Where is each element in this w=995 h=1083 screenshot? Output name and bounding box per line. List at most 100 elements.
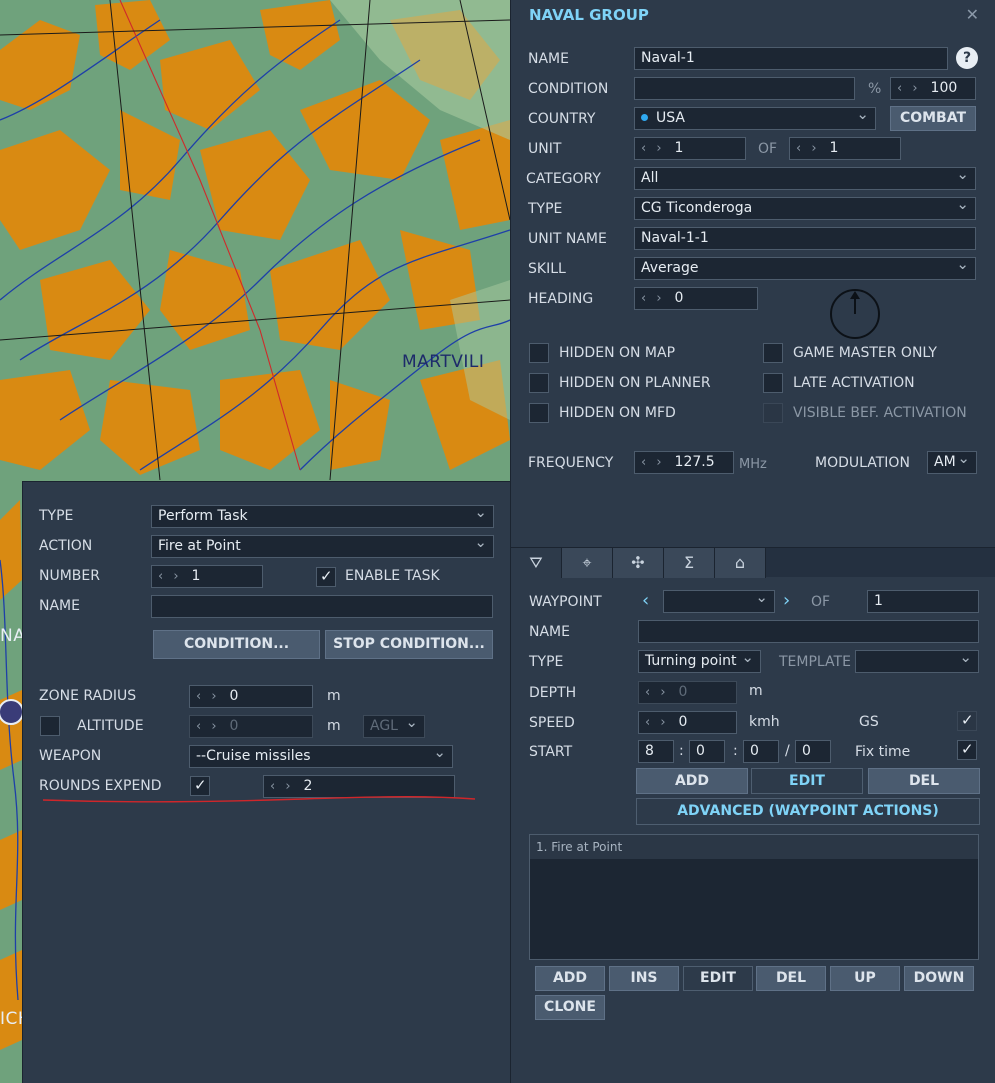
number-stepper[interactable]: ‹ › 1: [151, 565, 263, 588]
gs-label: GS: [859, 714, 879, 730]
late-activation-checkbox[interactable]: [763, 373, 783, 393]
enable-task-checkbox[interactable]: [316, 567, 336, 587]
country-flag-icon: [641, 114, 648, 121]
rounds-expend-checkbox[interactable]: [190, 776, 210, 796]
category-select[interactable]: All: [634, 167, 976, 190]
payload-icon[interactable]: ✣: [613, 548, 664, 578]
visible-bef-activation-label: VISIBLE BEF. ACTIVATION: [793, 405, 967, 421]
start-seconds-input[interactable]: 0: [743, 740, 779, 763]
condition-button[interactable]: CONDITION...: [153, 630, 320, 659]
close-icon[interactable]: ✕: [966, 5, 979, 24]
time-separator: :: [733, 743, 738, 759]
speed-stepper[interactable]: ‹ › 0: [638, 711, 737, 734]
category-label: CATEGORY: [526, 171, 601, 187]
weapon-label: WEAPON: [39, 748, 102, 764]
altitude-checkbox[interactable]: [40, 716, 60, 736]
action-del-button[interactable]: DEL: [756, 966, 826, 991]
action-ins-button[interactable]: INS: [609, 966, 679, 991]
hidden-on-planner-label: HIDDEN ON PLANNER: [559, 375, 711, 391]
late-activation-label: LATE ACTIVATION: [793, 375, 915, 391]
condition-percent-stepper[interactable]: ‹ › 100: [890, 77, 976, 100]
unit-name-input[interactable]: Naval-1-1: [634, 227, 976, 250]
zone-radius-stepper[interactable]: ‹ › 0: [189, 685, 313, 708]
condition-input[interactable]: [634, 77, 855, 100]
list-item[interactable]: 1. Fire at Point: [530, 835, 978, 859]
panel-title: NAVAL GROUP: [529, 6, 649, 24]
route-icon[interactable]: ⛛: [511, 548, 562, 578]
action-edit-button[interactable]: EDIT: [683, 966, 753, 991]
day-separator: /: [785, 743, 790, 759]
percent-sign: %: [868, 81, 882, 97]
unit-label: UNIT: [528, 141, 562, 157]
stop-condition-button[interactable]: STOP CONDITION...: [325, 630, 493, 659]
unit-of-label: OF: [758, 141, 778, 157]
task-name-label: NAME: [39, 598, 80, 614]
speed-label: SPEED: [529, 715, 575, 731]
waypoint-next-icon[interactable]: ›: [783, 590, 790, 611]
unit-total-stepper[interactable]: ‹ › 1: [789, 137, 901, 160]
group-tab-bar: ⛛ ⌖ ✣ Σ ⌂: [511, 547, 995, 578]
zone-radius-label: ZONE RADIUS: [39, 688, 137, 704]
unit-stepper[interactable]: ‹ › 1: [634, 137, 746, 160]
skill-select[interactable]: Average: [634, 257, 976, 280]
altitude-ref-select[interactable]: AGL: [363, 715, 425, 738]
action-up-button[interactable]: UP: [830, 966, 900, 991]
depth-unit: m: [749, 683, 763, 699]
heading-stepper[interactable]: ‹ › 0: [634, 287, 758, 310]
waypoint-name-input[interactable]: [638, 620, 979, 643]
weapon-select[interactable]: --Cruise missiles: [189, 745, 453, 768]
altitude-stepper[interactable]: ‹ › 0: [189, 715, 313, 738]
modulation-select[interactable]: AM: [927, 451, 977, 474]
fix-time-checkbox[interactable]: [957, 740, 977, 760]
advanced-waypoint-actions-button[interactable]: ADVANCED (WAYPOINT ACTIONS): [636, 798, 980, 825]
annotation-underline: [43, 796, 476, 803]
help-icon[interactable]: ?: [956, 47, 978, 69]
heading-label: HEADING: [528, 291, 594, 307]
start-minutes-input[interactable]: 0: [689, 740, 725, 763]
game-master-only-checkbox[interactable]: [763, 343, 783, 363]
summary-icon[interactable]: Σ: [664, 548, 715, 578]
naval-group-panel: NAVAL GROUP ✕ NAME Naval-1 ? CONDITION %…: [510, 0, 995, 1083]
hidden-on-map-checkbox[interactable]: [529, 343, 549, 363]
task-name-input[interactable]: [151, 595, 493, 618]
hangar-icon[interactable]: ⌂: [715, 548, 766, 578]
type-select[interactable]: CG Ticonderoga: [634, 197, 976, 220]
hidden-on-mfd-checkbox[interactable]: [529, 403, 549, 423]
template-select[interactable]: [855, 650, 979, 673]
altitude-unit: m: [327, 718, 341, 734]
country-select[interactable]: USA: [634, 107, 876, 130]
time-separator: :: [679, 743, 684, 759]
frequency-stepper[interactable]: ‹ › 127.5: [634, 451, 734, 474]
waypoint-add-button[interactable]: ADD: [636, 768, 748, 794]
task-type-label: TYPE: [39, 508, 74, 524]
frequency-label: FREQUENCY: [528, 455, 614, 471]
start-hours-input[interactable]: 8: [638, 740, 674, 763]
task-type-select[interactable]: Perform Task: [151, 505, 494, 528]
waypoint-actions-list[interactable]: 1. Fire at Point: [529, 834, 979, 960]
heading-dial-icon[interactable]: [828, 287, 882, 341]
number-label: NUMBER: [39, 568, 100, 584]
action-add-button[interactable]: ADD: [535, 966, 605, 991]
waypoint-edit-button[interactable]: EDIT: [751, 768, 863, 794]
action-clone-button[interactable]: CLONE: [535, 995, 605, 1020]
modulation-label: MODULATION: [815, 455, 910, 471]
waypoint-del-button[interactable]: DEL: [868, 768, 980, 794]
type-label: TYPE: [528, 201, 563, 217]
waypoint-prev-icon[interactable]: ‹: [642, 590, 649, 611]
depth-stepper[interactable]: ‹ › 0: [638, 681, 737, 704]
game-master-only-label: GAME MASTER ONLY: [793, 345, 937, 361]
group-name-input[interactable]: Naval-1: [634, 47, 948, 70]
waypoint-type-select[interactable]: Turning point: [638, 650, 761, 673]
start-label: START: [529, 744, 573, 760]
combat-button[interactable]: COMBAT: [890, 106, 976, 131]
start-day-input[interactable]: 0: [795, 740, 831, 763]
hidden-on-planner-checkbox[interactable]: [529, 373, 549, 393]
action-select[interactable]: Fire at Point: [151, 535, 494, 558]
depth-label: DEPTH: [529, 685, 577, 701]
target-icon[interactable]: ⌖: [562, 548, 613, 578]
action-down-button[interactable]: DOWN: [904, 966, 974, 991]
visible-bef-activation-checkbox[interactable]: [763, 403, 783, 423]
waypoint-select[interactable]: [663, 590, 775, 613]
hidden-on-map-label: HIDDEN ON MAP: [559, 345, 676, 361]
gs-checkbox[interactable]: [957, 711, 977, 731]
